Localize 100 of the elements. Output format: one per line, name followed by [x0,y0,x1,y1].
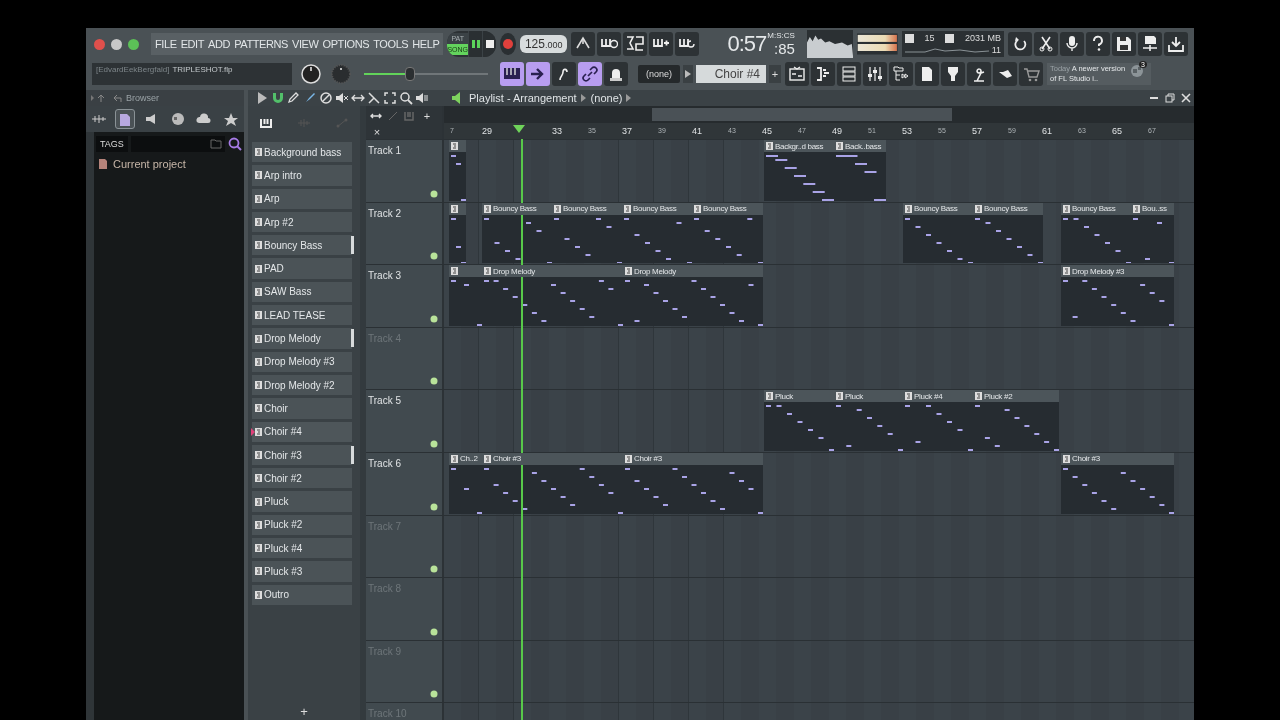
arrangement-name[interactable]: (none) [590,92,623,104]
minimize-button[interactable] [111,38,122,50]
track-header[interactable]: Track 2 [366,202,442,265]
menu-item[interactable]: EDIT [180,38,205,50]
save-as-button[interactable] [1138,32,1162,56]
select-button[interactable] [382,90,397,106]
overview-scrollbar[interactable] [444,106,1194,123]
export-button[interactable] [1164,32,1188,56]
save-button[interactable] [1112,32,1136,56]
pattern-item[interactable]: Choir #2 [252,468,352,489]
pattern-item[interactable]: Arp #2 [252,211,352,233]
pattern-field[interactable]: Choir #4 [696,65,766,83]
microphone-button[interactable] [1060,32,1084,56]
menu-item[interactable]: OPTIONS [322,38,370,50]
pattern-clip[interactable]: Choir #3 [623,452,763,514]
maximize-button[interactable] [128,38,139,50]
pattern-item[interactable]: Choir [252,398,352,419]
scissors-button[interactable] [1034,32,1058,56]
pattern-clip[interactable] [449,140,466,201]
pattern-item[interactable]: Arp intro [252,165,352,186]
track-lane[interactable]: Backgr..d bass Back..bass [444,140,1194,202]
pattern-clip[interactable]: Bouncy Bass [903,202,973,264]
zoom-button[interactable] [398,90,413,106]
menu-item[interactable]: HELP [412,38,440,50]
pattern-clip[interactable]: Bou..ss [1131,202,1174,264]
tag-search-field[interactable] [130,136,225,152]
pattern-item[interactable]: Outro [252,584,352,605]
pattern-clip[interactable]: Bouncy Bass [552,202,622,264]
file-button[interactable] [915,62,939,86]
metronome-bell-button[interactable] [604,62,628,86]
pause-button[interactable] [468,31,483,57]
pattern-clip[interactable]: Drop Melody [623,265,763,326]
browser-tab[interactable] [115,109,136,129]
help-button[interactable] [1086,32,1110,56]
track-lane[interactable] [444,640,1194,703]
track-lane[interactable] [444,515,1194,578]
pattern-clip[interactable]: Bouncy Bass [1061,202,1131,264]
channel-rack-button[interactable] [837,62,861,86]
track-lane[interactable]: Bouncy Bass Bouncy Bass Bouncy Bass Bouncy Bass Bouncy Bass Bouncy Bass Bouncy Bass Bou..ss [444,202,1194,265]
tempo-display[interactable]: 125.000 [519,35,568,53]
pattern-item[interactable]: Pluck #3 [252,561,352,582]
metronome-button[interactable] [571,32,596,56]
add-track-button[interactable]: + [420,109,434,123]
pattern-item[interactable]: Drop Melody #3 [252,351,352,372]
pattern-item[interactable]: Pluck [252,491,352,512]
pattern-item[interactable]: Choir #3 [252,444,352,466]
track-header[interactable]: Track 1 [366,140,442,202]
menu-item[interactable]: ADD [208,38,231,50]
browser-item[interactable]: Current project [94,156,244,172]
pattern-item[interactable]: Choir #4 [252,421,352,442]
restore-button[interactable] [1164,92,1176,104]
pattern-clip[interactable]: Backgr..d bass [764,140,834,201]
pattern-clip[interactable]: Pluck [834,390,903,451]
pattern-clip[interactable]: Bouncy Bass [482,202,552,264]
track-header[interactable]: Track 3 [366,265,442,327]
pattern-clip[interactable] [449,202,466,264]
menu-item[interactable]: FILE [155,38,177,50]
piano-roll-button[interactable] [811,62,835,86]
pattern-clip[interactable]: Choir #3 [1061,452,1174,514]
pattern-clip[interactable]: Pluck [764,390,834,451]
stop-button[interactable] [482,31,497,57]
remove-button[interactable]: × [370,125,384,139]
tempo-tool-button[interactable] [967,62,991,86]
step-edit-button[interactable] [649,32,674,56]
countdown-button[interactable] [623,32,648,56]
slice-button[interactable] [366,90,381,106]
pattern-clip[interactable]: Pluck #4 [903,390,973,451]
pattern-item[interactable]: Pluck #2 [252,514,352,536]
track-lane[interactable]: Ch..2 Choir #3 Choir #3 Choir #3 [444,452,1194,515]
track-header[interactable]: Track 5 [366,390,442,452]
menu-item[interactable]: PATTERNS [234,38,288,50]
pencil-button[interactable] [286,90,301,106]
pattern-clip[interactable]: Bouncy Bass [622,202,692,264]
pattern-item[interactable]: Pluck #4 [252,538,352,559]
track-lane[interactable]: Drop Melody Drop Melody Drop Melody #3 [444,265,1194,327]
pattern-clip[interactable]: Bouncy Bass [692,202,763,264]
undo-button[interactable] [1008,32,1032,56]
cart-button[interactable] [1019,62,1043,86]
pattern-clip[interactable]: Pluck #2 [973,390,1059,451]
browser-button[interactable] [889,62,913,86]
pattern-clip[interactable]: Choir #3 [482,452,623,514]
pattern-item[interactable]: Bouncy Bass [252,235,352,256]
channel-dropdown[interactable]: (none) [638,65,680,83]
pattern-clip[interactable]: Drop Melody [482,265,623,326]
add-pattern-button[interactable]: + [769,65,781,83]
menu-item[interactable]: TOOLS [373,38,409,50]
pattern-item[interactable]: Drop Melody #2 [252,374,352,396]
add-pattern-button[interactable]: + [300,704,308,720]
magnet-button[interactable] [270,90,285,106]
pattern-item[interactable]: PAD [252,258,352,279]
pattern-item[interactable]: Arp [252,188,352,209]
loop-record-button[interactable] [675,32,700,56]
mixer-button[interactable] [863,62,887,86]
speaker-button[interactable] [414,90,429,106]
pattern-clip[interactable]: Drop Melody #3 [1061,265,1174,326]
pattern-clip[interactable]: Bouncy Bass [973,202,1043,264]
plugin-button[interactable] [941,62,965,86]
pattern-item[interactable]: SAW Bass [252,281,352,303]
wait-for-input-button[interactable] [597,32,622,56]
menu-item[interactable]: VIEW [292,38,319,50]
